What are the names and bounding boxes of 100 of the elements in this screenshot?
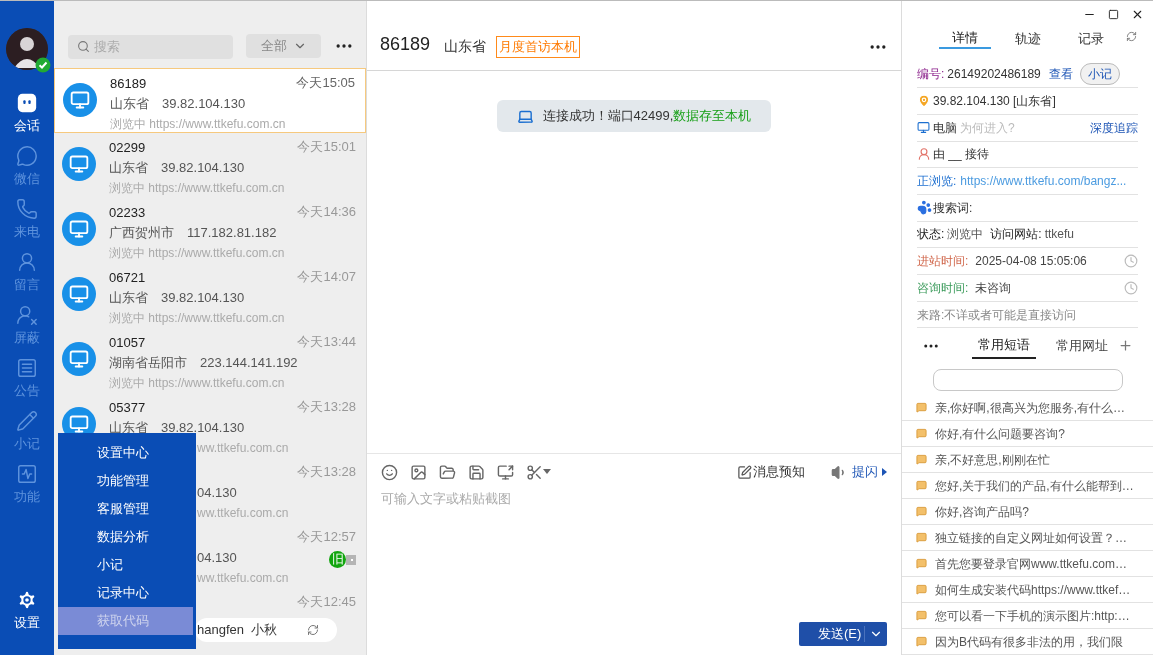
visitor-location: 湖南省岳阳市 223.144.141.192 (109, 354, 298, 372)
phrase-tab[interactable]: 常用网址 (1050, 333, 1114, 359)
online-check-icon (35, 57, 51, 73)
detail-tab[interactable]: 详情 (939, 28, 991, 49)
session-time: 今天14:07 (297, 268, 356, 286)
person-x-icon (16, 304, 38, 326)
note-button[interactable]: 小记 (1079, 63, 1120, 86)
visit-tag: 月度首访本机 (496, 36, 581, 58)
caret-icon[interactable] (543, 469, 551, 475)
chat-title: 86189 (380, 33, 431, 56)
phrase-item[interactable]: 如何生成安装代码https://www.ttkef… (902, 577, 1153, 603)
phrase-search-field[interactable] (932, 369, 1123, 391)
phrase-item[interactable]: 因为B代码有很多非法的用，我们限 (902, 629, 1153, 655)
person-icon (16, 251, 38, 273)
comment-icon (916, 506, 927, 517)
menu-item[interactable]: 设置中心 (58, 439, 196, 467)
agent-text: 由 __ 接待 (933, 146, 989, 164)
flash-button[interactable]: 提闪 (831, 462, 887, 482)
menu-item[interactable]: 客服管理 (58, 495, 196, 523)
session-time: 今天15:01 (297, 138, 356, 156)
status-label: 状态: (917, 226, 945, 244)
location-pin-icon (917, 94, 931, 109)
scissors-icon[interactable] (526, 463, 543, 481)
phrase-item[interactable]: 您可以看一下手机的演示图片:http:… (902, 603, 1153, 629)
visitor-location: 广西贺州市 117.182.81.182 (109, 224, 277, 242)
visitor-id: 02233 (109, 204, 146, 222)
visitor-url: 浏览中 https://www.ttkefu.com.cn (109, 245, 285, 262)
visitor-id: 05377 (109, 399, 146, 417)
session-row[interactable]: 86189 山东省 39.82.104.130 浏览中 https://www.ttkefu.com.cn 今天15:05 (54, 68, 366, 133)
visitor-id: 06721 (109, 269, 146, 287)
menu-item[interactable]: 数据分析 (58, 523, 196, 551)
maximize-icon[interactable] (1108, 9, 1119, 21)
visitor-url: 浏览中 https://www.ttkefu.com.cn (109, 375, 285, 392)
folder-icon[interactable] (439, 463, 456, 481)
menu-item[interactable]: 小记 (58, 551, 196, 579)
monitor-icon (69, 414, 89, 434)
send-button[interactable]: 发送(E) (799, 622, 887, 646)
session-row[interactable]: 01057 湖南省岳阳市 223.144.141.192 浏览中 https://www.ttkefu.com.cn 今天13:44 (54, 328, 366, 393)
session-time: 今天15:05 (296, 74, 355, 92)
menu-item[interactable]: 记录中心 (58, 579, 196, 607)
comment-icon (916, 610, 927, 621)
referrer-text: 来路:不详或者可能是直接访问 (917, 306, 1077, 324)
phrase-item[interactable]: 亲,你好啊,很高兴为您服务,有什么… (902, 395, 1153, 421)
image-icon[interactable] (410, 463, 427, 481)
site-value: ttkefu (1044, 226, 1075, 244)
settings-nav-item[interactable]: 设置 (14, 589, 40, 631)
monitor-icon (69, 154, 89, 174)
edit-icon (737, 464, 752, 480)
session-time: 今天12:57 (297, 528, 356, 546)
visitor-url: ww.ttkefu.com.cn (197, 570, 289, 587)
phrase-item[interactable]: 亲,不好意思,刚刚在忙 (902, 447, 1153, 473)
phrase-item[interactable]: 首先您要登录官网www.ttkefu.com… (902, 551, 1153, 577)
detail-tab[interactable]: 记录 (1065, 28, 1117, 49)
save-icon[interactable] (468, 463, 485, 481)
agent-pill[interactable]: hangfen 小秋 (195, 618, 337, 642)
smiley-icon[interactable] (381, 463, 398, 481)
monitor-icon (69, 349, 89, 369)
phrase-item[interactable]: 你好,咨询产品吗? (902, 499, 1153, 525)
add-icon[interactable] (1118, 338, 1133, 353)
visitor-location: 山东省 39.82.104.130 (109, 419, 245, 437)
visitor-url: 浏览中 https://www.ttkefu.com.cn (110, 116, 286, 133)
phrase-item[interactable]: 你好,有什么问题要咨询? (902, 421, 1153, 447)
chat-region: 山东省 (444, 37, 487, 56)
visitor-location: 04.130 (197, 484, 237, 502)
screen-icon[interactable] (497, 463, 514, 481)
preview-button[interactable]: 消息预知 (737, 462, 805, 482)
visitor-url: ww.ttkefu.com.cn (197, 440, 289, 457)
phrase-item[interactable]: 独立链接的自定义网址如何设置？… (902, 525, 1153, 551)
session-row[interactable]: 02233 广西贺州市 117.182.81.182 浏览中 https://www.ttkefu.com.cn 今天14:36 (54, 198, 366, 263)
notice-text: 连接成功！端口42499,数据存至本机 (542, 107, 752, 126)
visitor-location: 山东省 39.82.104.130 (109, 289, 245, 307)
session-row[interactable]: 06721 山东省 39.82.104.130 浏览中 https://www.ttkefu.com.cn 今天14:07 (54, 263, 366, 328)
comment-icon (916, 480, 927, 491)
nav-item[interactable]: 会话 (2, 92, 52, 134)
phrase-item[interactable]: 您好,关于我们的产品,有什么能帮到… (902, 473, 1153, 499)
phrase-tab[interactable]: 常用短语 (972, 333, 1036, 359)
session-row[interactable]: 02299 山东省 39.82.104.130 浏览中 https://www.ttkefu.com.cn 今天15:01 (54, 133, 366, 198)
comment-icon (916, 454, 927, 465)
list-icon (16, 357, 38, 379)
id-value: 26149202486189 (947, 66, 1041, 84)
comment-icon (916, 402, 927, 413)
view-link[interactable]: 查看 (1048, 65, 1073, 84)
monitor-icon (917, 121, 930, 135)
visitor-location: 山东省 39.82.104.130 (109, 159, 245, 177)
speech-bubble-icon (16, 145, 38, 167)
session-time: 今天13:44 (297, 333, 356, 351)
enter-time-value: 2025-04-08 15:05:06 (975, 253, 1087, 271)
monitor-icon (69, 219, 89, 239)
detail-tab[interactable]: 轨迹 (1002, 28, 1054, 49)
keyword-label: 搜索词: (933, 199, 973, 217)
message-input[interactable]: 可输入文字或粘贴截图 (381, 489, 887, 622)
phone-icon (16, 198, 38, 220)
device-hint: 为何进入? (960, 119, 1015, 137)
status-value: 浏览中 (947, 226, 984, 244)
menu-item[interactable]: 功能管理 (58, 467, 196, 495)
deep-track-link[interactable]: 深度追踪 (1090, 118, 1138, 137)
person-icon (917, 147, 931, 162)
comment-icon (916, 428, 927, 439)
refresh-icon[interactable] (1126, 30, 1137, 42)
avatar[interactable] (6, 28, 48, 70)
